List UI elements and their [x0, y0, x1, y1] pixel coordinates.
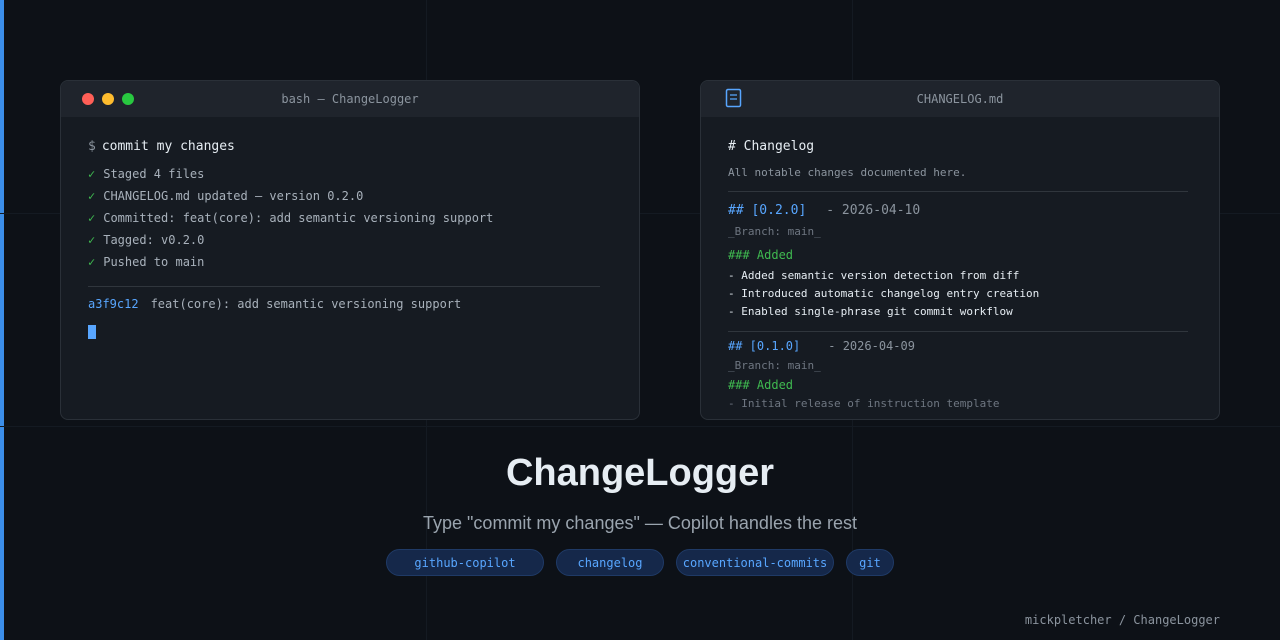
terminal-title: bash — ChangeLogger [281, 92, 419, 106]
changelog-note: All notable changes documented here. [728, 166, 967, 179]
commit-hash[interactable]: a3f9c12 [88, 297, 139, 311]
release-branch: _Branch: main_ [728, 359, 821, 372]
release-branch: _Branch: main_ [728, 225, 821, 238]
prompt-line: $ commit my changes [88, 139, 235, 154]
divider [728, 331, 1188, 332]
release-header: ## [0.1.0] - 2026-04-09 [728, 339, 915, 353]
project-subtitle: Type "commit my changes" — Copilot handl… [423, 513, 857, 533]
check-icon: ✓ [88, 167, 96, 181]
commit-summary: a3f9c12 feat(core): add semantic versioni… [88, 297, 461, 311]
accent-bar [0, 0, 4, 640]
release-item: - Introduced automatic changelog entry c… [728, 287, 1040, 300]
changelog-heading: # Changelog [728, 139, 815, 154]
release-date: - 2026-04-10 [826, 203, 921, 218]
terminal-window: bash — ChangeLogger $ commit my changes ✓… [60, 80, 640, 420]
grid-line [0, 426, 1280, 427]
prompt-symbol: $ [88, 139, 96, 154]
tag-git[interactable]: git [846, 549, 894, 576]
check-icon: ✓ [88, 189, 96, 203]
check-icon: ✓ [88, 255, 96, 269]
output-line: ✓ Staged 4 files [88, 167, 205, 181]
minimize-window-button[interactable] [102, 93, 114, 105]
release-item: - Initial release of instruction templat… [728, 397, 1000, 410]
output-line: ✓ Tagged: v0.2.0 [88, 233, 205, 247]
changelog-title: CHANGELOG.md [916, 92, 1004, 106]
project-title: ChangeLogger [505, 452, 775, 494]
release-item: - Enabled single-phrase git commit workf… [728, 305, 1013, 318]
changelog-window: CHANGELOG.md # Changelog All notable cha… [700, 80, 1220, 420]
release-header: ## [0.2.0] - 2026-04-10 [728, 203, 920, 218]
tag-conventional-commits[interactable]: conventional-commits [676, 549, 834, 576]
output-line: ✓ Pushed to main [88, 255, 205, 269]
release-item: - Added semantic version detection from … [728, 269, 1020, 282]
check-icon: ✓ [88, 211, 96, 225]
file-icon [725, 88, 742, 108]
divider [88, 286, 600, 287]
typed-command: commit my changes [101, 139, 235, 154]
output-line: ✓ CHANGELOG.md updated — version 0.2.0 [88, 189, 364, 203]
commit-message: feat(core): add semantic versioning supp… [150, 297, 462, 311]
release-section: ### Added [728, 248, 794, 262]
output-line: ✓ Committed: feat(core): add semantic ver… [88, 211, 494, 225]
release-section: ### Added [728, 378, 794, 392]
release-date: - 2026-04-09 [828, 339, 915, 353]
tag-changelog[interactable]: changelog [556, 549, 664, 576]
window-controls [82, 93, 134, 105]
text-cursor [88, 325, 96, 339]
repo-credit: mickpletcher / ChangeLogger [1024, 613, 1220, 627]
changelog-titlebar: CHANGELOG.md [701, 81, 1219, 117]
release-version: ## [0.1.0] [728, 339, 801, 353]
tag-list: github-copilot changelog conventional-co… [0, 549, 1280, 577]
divider [728, 191, 1188, 192]
maximize-window-button[interactable] [122, 93, 134, 105]
close-window-button[interactable] [82, 93, 94, 105]
release-version: ## [0.2.0] [728, 203, 807, 218]
check-icon: ✓ [88, 233, 96, 247]
tag-github-copilot[interactable]: github-copilot [386, 549, 544, 576]
terminal-titlebar: bash — ChangeLogger [61, 81, 639, 117]
